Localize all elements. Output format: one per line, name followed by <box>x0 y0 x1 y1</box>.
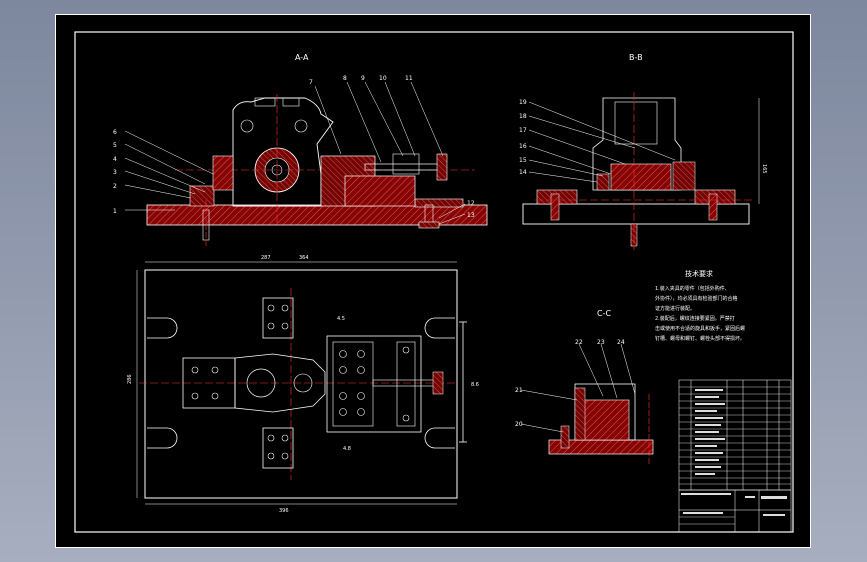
balloon-23: 23 <box>597 339 605 346</box>
balloon-17: 17 <box>519 127 527 134</box>
section-cc-view: C-C 21 20 22 23 24 <box>515 309 654 466</box>
notes-line-1: 1.装入夹具的零件（包括外购件、 <box>655 285 730 292</box>
balloon-6: 6 <box>113 129 117 136</box>
balloon-9: 9 <box>361 75 365 82</box>
balloon-15: 15 <box>519 157 527 164</box>
balloon-10: 10 <box>379 75 387 82</box>
dim-plan-mid: 4.5 <box>337 316 345 322</box>
balloon-22: 22 <box>575 339 583 346</box>
dim-plan-top: 364 <box>299 255 309 261</box>
notes-line-5: 击或使用不合适的旋具和扳手，紧固后螺 <box>655 325 745 332</box>
balloon-8: 8 <box>343 75 347 82</box>
dim-plan-top-left: 287 <box>261 255 271 261</box>
balloon-7: 7 <box>309 79 313 86</box>
cad-viewport[interactable]: A-A 6 5 4 3 2 1 7 8 9 10 11 12 13 B-B 16… <box>0 0 867 562</box>
drawing-sheet[interactable]: A-A 6 5 4 3 2 1 7 8 9 10 11 12 13 B-B 16… <box>55 14 811 548</box>
dim-bb-height: 165 <box>761 164 767 174</box>
balloon-20: 20 <box>515 421 523 428</box>
drawing-canvas: A-A 6 5 4 3 2 1 7 8 9 10 11 12 13 B-B 16… <box>55 14 811 548</box>
balloon-16: 16 <box>519 143 527 150</box>
balloon-14: 14 <box>519 169 527 176</box>
balloon-24: 24 <box>617 339 625 346</box>
dim-plan-mid2: 4.8 <box>343 446 351 452</box>
balloon-11: 11 <box>405 75 413 82</box>
balloon-12: 12 <box>467 200 475 207</box>
technical-requirements: 技术要求 1.装入夹具的零件（包括外购件、 外协件），均必须具有检验部门的合格 … <box>655 269 745 342</box>
section-aa-label: A-A <box>295 53 309 62</box>
balloon-13: 13 <box>467 212 475 219</box>
balloon-2: 2 <box>113 183 117 190</box>
balloon-21: 21 <box>515 387 523 394</box>
dim-plan-bottom: 396 <box>279 508 289 514</box>
section-aa-view: A-A 6 5 4 3 2 1 7 8 9 10 11 12 13 <box>113 53 488 246</box>
balloon-18: 18 <box>519 113 527 120</box>
notes-line-4: 2.装配后，螺纹连接要紧固。严禁打 <box>655 315 735 322</box>
balloon-19: 19 <box>519 99 527 106</box>
notes-line-3: 证方能进行装配。 <box>655 305 695 312</box>
dim-plan-left: 286 <box>127 374 133 384</box>
balloon-3: 3 <box>113 169 117 176</box>
section-bb-label: B-B <box>629 53 643 62</box>
notes-line-6: 钉槽、螺母和螺钉、螺栓头部不得损坏。 <box>655 335 745 342</box>
plan-view: 364 287 286 396 8.6 4.5 4.8 <box>127 255 479 514</box>
title-block <box>678 379 792 533</box>
section-bb-view: B-B 165 14 15 16 17 18 19 <box>519 53 767 250</box>
notes-title: 技术要求 <box>685 269 713 278</box>
balloon-1: 1 <box>113 208 117 215</box>
section-cc-label: C-C <box>597 309 611 318</box>
notes-line-2: 外协件），均必须具有检验部门的合格 <box>655 295 738 302</box>
dim-plan-right: 8.6 <box>471 382 479 388</box>
balloon-4: 4 <box>113 156 117 163</box>
balloon-5: 5 <box>113 142 117 149</box>
